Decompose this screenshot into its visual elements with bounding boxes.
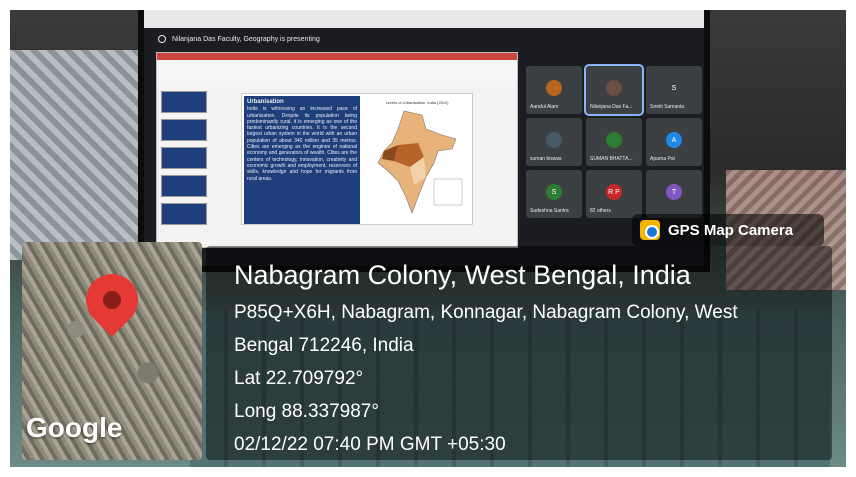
participant-name: Aaraful Alam	[530, 104, 559, 110]
present-icon	[158, 35, 166, 43]
participant-name: Aparna Pal	[650, 156, 675, 162]
slide: Urbanisation India is witnessing an incr…	[241, 93, 473, 225]
participant-tile[interactable]: S Sudeshna Santra	[526, 170, 582, 218]
participant-name: SUMAN BHATTA...	[590, 156, 633, 162]
location-info-panel: Nabagram Colony, West Bengal, India P85Q…	[206, 246, 832, 460]
participant-avatar: T	[666, 184, 682, 200]
participant-tile[interactable]: suman biswas	[526, 118, 582, 166]
timestamp: 02/12/22 07:40 PM GMT +05:30	[234, 434, 506, 455]
ppt-ribbon	[157, 53, 517, 87]
participant-tile[interactable]: Aaraful Alam	[526, 66, 582, 114]
participants-grid: Aaraful Alam Nilanjana Das Fa... S Smriti S…	[526, 64, 706, 228]
presenting-text: Nilanjana Das Faculty, Geography is pres…	[172, 35, 320, 43]
participant-avatar: S	[666, 80, 682, 96]
participant-name: Sudeshna Santra	[530, 208, 569, 214]
participant-name: Smriti Samanta	[650, 104, 685, 110]
slide-text: Urbanisation India is witnessing an incr…	[244, 96, 360, 224]
participant-avatar: A	[666, 132, 682, 148]
browser-bar	[144, 10, 704, 28]
longitude: Long 88.337987°	[234, 401, 379, 422]
laptop-screen: Nilanjana Das Faculty, Geography is pres…	[138, 10, 710, 272]
participant-name: suman biswas	[530, 156, 562, 162]
presenting-bar: Nilanjana Das Faculty, Geography is pres…	[144, 28, 704, 50]
participant-avatar	[546, 132, 562, 148]
participant-avatar	[546, 80, 562, 96]
gps-app-name: GPS Map Camera	[668, 221, 794, 239]
slide-thumb	[161, 147, 207, 169]
participant-tile[interactable]: T	[646, 170, 702, 218]
slide-thumb	[161, 175, 207, 197]
participant-tile[interactable]: Nilanjana Das Fa...	[584, 64, 644, 116]
gps-app-label: GPS Map Camera	[632, 214, 824, 246]
google-logo: Google	[26, 412, 123, 443]
participant-avatar: S	[546, 184, 562, 200]
latitude: Lat 22.709792°	[234, 368, 364, 389]
slide-thumb	[161, 119, 207, 141]
india-map: Levels of Urbanisation, India (2011)	[364, 98, 470, 222]
participant-avatar	[606, 132, 622, 148]
slide-thumb	[161, 91, 207, 113]
participant-avatar: R P	[606, 184, 622, 200]
slide-heading: Urbanisation	[247, 99, 284, 105]
address-line-2: Bengal 712246, India	[234, 335, 414, 356]
location-pin-icon	[75, 263, 149, 337]
address-line-1: P85Q+X6H, Nabagram, Konnagar, Nabagram C…	[234, 302, 738, 323]
participant-name: 82 others	[590, 208, 611, 214]
satellite-map-thumbnail: Google	[22, 242, 202, 460]
participant-avatar	[606, 80, 622, 96]
participant-tile[interactable]: R P 82 others	[586, 170, 642, 218]
powerpoint-window: Urbanisation India is witnessing an incr…	[156, 52, 518, 248]
india-map-shape	[377, 110, 463, 214]
participant-tile[interactable]: SUMAN BHATTA...	[586, 118, 642, 166]
participant-name: Nilanjana Das Fa...	[590, 104, 633, 110]
participant-tile[interactable]: S Smriti Samanta	[646, 66, 702, 114]
place-name: Nabagram Colony, West Bengal, India	[234, 260, 691, 290]
slide-thumbnails	[161, 91, 207, 241]
gps-camera-icon	[640, 220, 660, 240]
participant-tile[interactable]: A Aparna Pal	[646, 118, 702, 166]
slide-body: India is witnessing an increased pace of…	[247, 106, 357, 182]
slide-thumb	[161, 203, 207, 225]
